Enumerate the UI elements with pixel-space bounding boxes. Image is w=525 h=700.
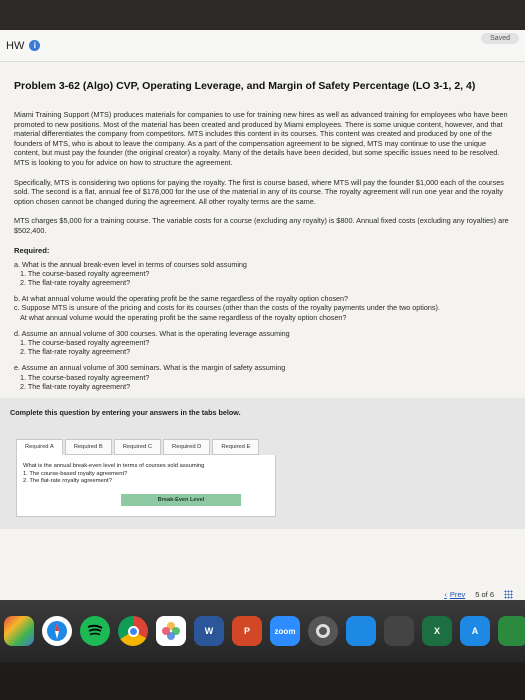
problem-paragraph-3: MTS charges $5,000 for a training course… [14,216,509,235]
question-d: d. Assume an annual volume of 300 course… [14,329,511,357]
launchpad-icon[interactable] [4,616,34,646]
safari-icon[interactable] [42,616,72,646]
question-d-2: 2. The flat-rate royalty agreement? [20,347,131,357]
chrome-icon[interactable] [118,616,148,646]
required-heading: Required: [14,245,50,255]
question-c-sub: At what annual volume would the operatin… [20,312,347,322]
tab-panel-required-a: What is the annual break-even level in t… [16,454,276,517]
question-b-text: b. At what annual volume would the opera… [14,294,349,304]
top-bar: HW i Saved [0,30,525,62]
dock: W P zoom X A [0,600,525,662]
tab-required-a[interactable]: Required A [16,438,63,455]
prev-button[interactable]: ‹ Prev [444,590,465,599]
assignment-name: HW [6,39,25,52]
answer-section: Complete this question by entering your … [0,397,525,529]
prev-label: Prev [449,590,466,599]
page-indicator: 5 of 6 [475,590,494,599]
problem-paragraph-2: Specifically, MTS is considering two opt… [14,177,504,206]
zoom-label: zoom [274,626,296,636]
panel-question-1: 1. The course-based royalty agreement? [23,470,128,477]
panel-question: What is the annual break-even level in t… [23,463,269,486]
saved-badge: Saved [481,33,519,44]
chevron-left-icon: ‹ [444,590,447,599]
panel-question-2: 2. The flat-rate royalty agreement? [23,478,112,485]
question-a-1: 1. The course-based royalty agreement? [20,268,150,278]
tab-required-d[interactable]: Required D [163,438,211,455]
question-d-text: d. Assume an annual volume of 300 course… [14,328,290,338]
instruction-text: Complete this question by entering your … [10,407,241,417]
question-e-1: 1. The course-based royalty agreement? [20,372,150,382]
grid-icon[interactable] [504,590,513,599]
pagination: ‹ Prev 5 of 6 [444,590,513,599]
question-b-c: b. At what annual volume would the opera… [14,294,511,322]
app-icon-green[interactable] [498,616,525,646]
question-c-text: c. Suppose MTS is unsure of the pricing … [14,303,440,313]
question-e-text: e. Assume an annual volume of 300 semina… [14,363,286,373]
photos-icon[interactable] [156,616,186,646]
tab-required-e[interactable]: Required E [212,438,260,455]
zoom-icon[interactable]: zoom [270,616,300,646]
powerpoint-icon[interactable]: P [232,616,262,646]
question-a: a. What is the annual break-even level i… [14,260,511,288]
question-e: e. Assume an annual volume of 300 semina… [14,363,511,391]
tab-required-c[interactable]: Required C [113,438,162,455]
question-a-text: a. What is the annual break-even level i… [14,259,247,269]
tab-required-b[interactable]: Required B [64,438,112,455]
problem-title: Problem 3-62 (Algo) CVP, Operating Lever… [14,80,476,92]
app-store-icon[interactable]: A [460,616,490,646]
panel-question-text: What is the annual break-even level in t… [23,462,205,469]
question-content: Problem 3-62 (Algo) CVP, Operating Lever… [0,62,525,391]
tabs-area: Required A Required B Required C Require… [10,438,515,517]
word-icon[interactable]: W [194,616,224,646]
spotify-icon[interactable] [80,616,110,646]
required-tabs: Required A Required B Required C Require… [16,438,515,455]
browser-screen: HW i Saved Problem 3-62 (Algo) CVP, Oper… [0,30,525,630]
problem-paragraph-1: Miami Training Support (MTS) produces ma… [14,110,508,167]
assignment-title[interactable]: HW i [6,39,41,52]
question-e-2: 2. The flat-rate royalty agreement? [20,381,131,391]
question-d-1: 1. The course-based royalty agreement? [20,337,150,347]
app-icon-blue[interactable] [346,616,376,646]
excel-icon[interactable]: X [422,616,452,646]
info-icon[interactable]: i [29,40,41,51]
app-icon-dark[interactable] [384,616,414,646]
question-a-2: 2. The flat-rate royalty agreement? [20,277,131,287]
break-even-column-header: Break-Even Level [121,493,241,506]
steam-icon[interactable] [308,616,338,646]
